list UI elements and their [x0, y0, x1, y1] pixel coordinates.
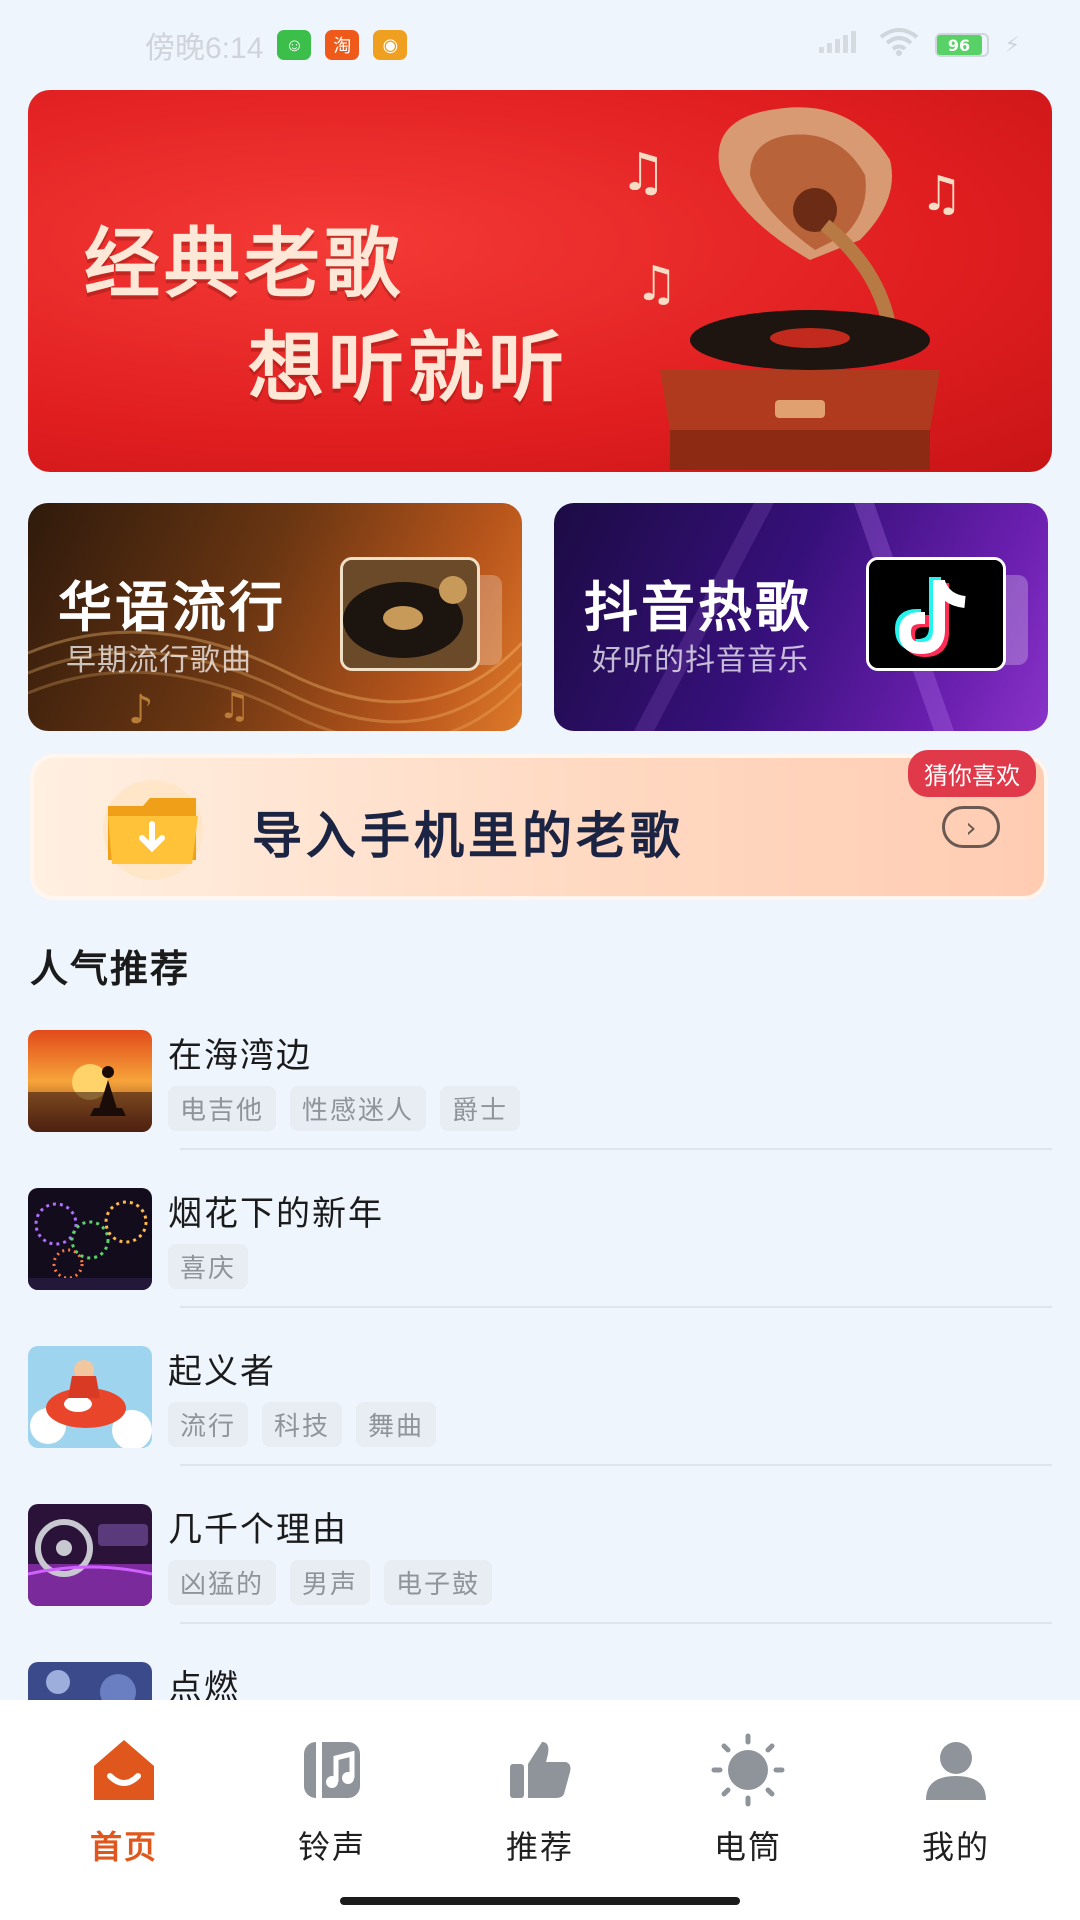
category-title: 抖音热歌 [584, 576, 812, 639]
song-tag: 电子鼓 [384, 1560, 493, 1605]
svg-text:♫: ♫ [635, 256, 678, 312]
bottom-navigation: 首页 铃声 推荐 电筒 我的 [0, 1700, 1080, 1920]
category-card-chinese-pop[interactable]: ♪ ♫ 华语流行 早期流行歌曲 [28, 503, 522, 731]
status-left: 傍晚6:14 ☺ 淘 ◉ [145, 23, 408, 67]
song-title: 在海湾边 [168, 1036, 312, 1076]
vinyl-record-thumbnail [340, 557, 480, 671]
svg-text:♫: ♫ [218, 686, 250, 727]
signal-icon [818, 31, 863, 59]
thumbs-up-icon [510, 1742, 571, 1798]
tab-label: 铃声 [297, 1828, 366, 1866]
taobao-app-icon: 淘 [325, 30, 360, 60]
folder-download-icon [103, 780, 203, 880]
charging-icon: ⚡ [1004, 32, 1020, 58]
song-tag: 爵士 [440, 1086, 521, 1131]
song-tag: 科技 [262, 1402, 343, 1447]
tab-home[interactable]: 首页 [24, 1730, 224, 1920]
tab-label: 推荐 [505, 1828, 574, 1866]
category-subtitle: 好听的抖音音乐 [592, 643, 809, 678]
song-tag: 流行 [168, 1402, 249, 1447]
svg-text:♫: ♫ [620, 143, 667, 203]
weibo-app-icon: ◉ [373, 30, 408, 60]
song-tags: 电吉他 性感迷人 爵士 [168, 1086, 521, 1131]
classic-songs-banner[interactable]: 经典老歌 想听就听 ♫ ♫ ♫ [28, 90, 1052, 472]
song-tag: 性感迷人 [290, 1086, 427, 1131]
status-bar: 傍晚6:14 ☺ 淘 ◉ 96 ⚡ [0, 0, 1080, 90]
import-title: 导入手机里的老歌 [252, 807, 684, 865]
battery-icon: 96 [934, 33, 989, 57]
battery-level: 96 [936, 35, 982, 55]
tab-label: 我的 [921, 1828, 990, 1866]
song-title: 烟花下的新年 [168, 1194, 384, 1234]
divider [180, 1148, 1052, 1150]
chevron-right-icon[interactable]: › [942, 806, 1000, 848]
list-item[interactable]: 在海湾边 电吉他 性感迷人 爵士 [28, 1028, 1052, 1186]
song-tags: 喜庆 [168, 1244, 249, 1289]
tiktok-logo-icon [866, 557, 1006, 671]
category-title: 华语流行 [58, 576, 286, 639]
divider [180, 1464, 1052, 1466]
svg-text:♫: ♫ [920, 166, 963, 222]
list-item[interactable]: 起义者 流行 科技 舞曲 [28, 1344, 1052, 1502]
guess-you-like-badge: 猜你喜欢 [908, 750, 1036, 797]
category-subtitle: 早期流行歌曲 [66, 643, 252, 678]
user-icon [926, 1742, 986, 1800]
status-time: 傍晚6:14 [145, 32, 264, 65]
song-tag: 凶猛的 [168, 1560, 277, 1605]
tab-recommend[interactable]: 推荐 [440, 1730, 640, 1920]
list-item[interactable]: 烟花下的新年 喜庆 [28, 1186, 1052, 1344]
category-card-douyin[interactable]: 抖音热歌 好听的抖音音乐 [554, 503, 1048, 731]
song-tags: 凶猛的 男声 电子鼓 [168, 1560, 493, 1605]
song-tag: 舞曲 [356, 1402, 437, 1447]
song-tag: 喜庆 [168, 1244, 249, 1289]
divider [180, 1306, 1052, 1308]
banner-title-line2: 想听就听 [248, 323, 568, 412]
tab-label: 首页 [89, 1828, 158, 1866]
divider [180, 1622, 1052, 1624]
tab-mine[interactable]: 我的 [856, 1730, 1056, 1920]
status-right: 96 ⚡ [818, 28, 1020, 62]
list-item[interactable]: 几千个理由 凶猛的 男声 电子鼓 [28, 1502, 1052, 1660]
tab-label: 电筒 [713, 1828, 782, 1866]
home-indicator[interactable] [340, 1897, 740, 1905]
song-tag: 电吉他 [168, 1086, 277, 1131]
wifi-icon [879, 28, 919, 62]
song-cover-sunset-yoga [28, 1030, 152, 1132]
song-cover-fireworks [28, 1188, 152, 1290]
ringtone-icon [304, 1742, 360, 1798]
song-tag: 男声 [290, 1560, 371, 1605]
song-cover-car-interior [28, 1504, 152, 1606]
song-title: 几千个理由 [168, 1510, 348, 1550]
flashlight-icon [711, 1733, 785, 1807]
song-tags: 流行 科技 舞曲 [168, 1402, 437, 1447]
phonograph-illustration: ♫ ♫ ♫ [620, 107, 963, 470]
song-title: 起义者 [168, 1352, 276, 1392]
svg-text:♪: ♪ [128, 687, 154, 731]
cat-app-icon: ☺ [277, 30, 312, 60]
song-cover-koi-girl [28, 1346, 152, 1448]
popular-recommendations-title: 人气推荐 [30, 947, 191, 991]
banner-title-line1: 经典老歌 [84, 219, 404, 308]
tab-flashlight[interactable]: 电筒 [648, 1730, 848, 1920]
tab-ringtone[interactable]: 铃声 [232, 1730, 432, 1920]
home-icon [94, 1740, 154, 1800]
import-local-songs-banner[interactable]: 导入手机里的老歌 › 猜你喜欢 [30, 750, 1048, 900]
